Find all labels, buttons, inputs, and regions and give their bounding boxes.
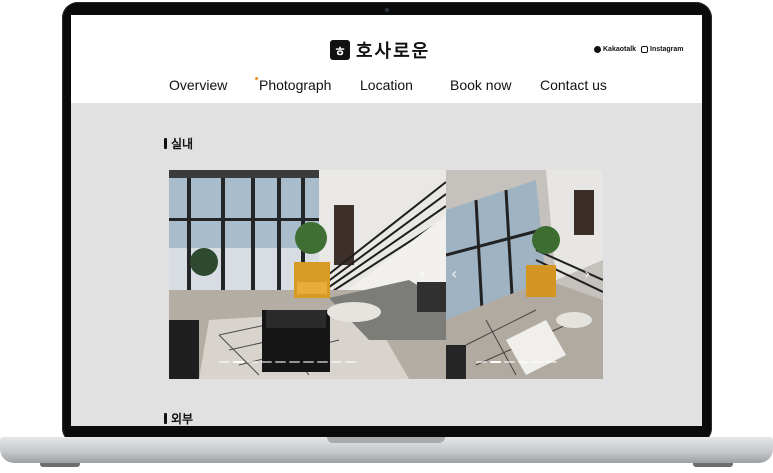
carousel-slide-2[interactable]: ‹ ›: [446, 170, 603, 379]
carousel-dot[interactable]: [303, 361, 314, 363]
nav-contact-us[interactable]: Contact us: [540, 77, 607, 93]
kakaotalk-label: Kakaotalk: [603, 46, 637, 53]
brand-name: 호사로운: [356, 41, 431, 62]
carousel-dot[interactable]: [261, 361, 272, 363]
carousel-dot[interactable]: [518, 361, 529, 363]
laptop-foot-right: [693, 463, 733, 467]
carousel-dot[interactable]: [247, 361, 258, 363]
laptop-lid: ㅎ 호사로운 Kakaotalk Instagram Overview Phot…: [62, 2, 712, 444]
nav-location[interactable]: Location: [360, 77, 413, 93]
nav-overview[interactable]: Overview: [169, 77, 227, 93]
interior-photo-1: [169, 170, 446, 379]
camera-icon: [385, 8, 389, 12]
carousel-dots-2: [476, 361, 557, 363]
site-header: ㅎ 호사로운 Kakaotalk Instagram Overview Phot…: [71, 15, 702, 103]
carousel-dot-active[interactable]: [490, 361, 501, 363]
carousel-dots-1: [219, 361, 356, 363]
kakaotalk-icon: [594, 46, 601, 53]
laptop-foot-left: [40, 463, 80, 467]
interior-heading-text: 실내: [171, 137, 194, 151]
logo[interactable]: ㅎ 호사로운: [330, 39, 431, 62]
heading-bar: [164, 138, 167, 149]
logo-mark-icon: ㅎ: [330, 40, 350, 60]
carousel-dot[interactable]: [219, 361, 230, 363]
carousel-dot[interactable]: [289, 361, 300, 363]
photo-carousel[interactable]: › ‹ ›: [169, 170, 603, 379]
carousel-slide-1[interactable]: ›: [169, 170, 446, 379]
main-nav: Overview Photograph Location Book now Co…: [71, 77, 702, 97]
kakaotalk-link[interactable]: Kakaotalk: [594, 46, 636, 53]
interior-photo-2: [446, 170, 603, 379]
carousel-dot-active[interactable]: [233, 361, 244, 363]
carousel-dot[interactable]: [345, 361, 356, 363]
nav-photograph[interactable]: Photograph: [254, 77, 331, 93]
instagram-label: Instagram: [650, 46, 684, 53]
carousel-dot[interactable]: [275, 361, 286, 363]
laptop-notch: [327, 437, 445, 443]
heading-bar: [164, 413, 167, 424]
carousel-dot[interactable]: [532, 361, 543, 363]
interior-heading: 실내: [164, 135, 193, 152]
chevron-right-icon[interactable]: ›: [419, 264, 425, 283]
nav-book-now[interactable]: Book now: [450, 77, 511, 93]
carousel-dot[interactable]: [317, 361, 328, 363]
exterior-heading: 외부: [164, 410, 193, 426]
chevron-left-icon[interactable]: ‹: [451, 264, 457, 283]
chevron-right-icon-2[interactable]: ›: [584, 264, 590, 283]
carousel-dot[interactable]: [546, 361, 557, 363]
screen: ㅎ 호사로운 Kakaotalk Instagram Overview Phot…: [71, 15, 702, 426]
exterior-heading-text: 외부: [171, 412, 194, 426]
carousel-dot[interactable]: [504, 361, 515, 363]
carousel-dot[interactable]: [331, 361, 342, 363]
instagram-link[interactable]: Instagram: [641, 46, 683, 53]
carousel-dot[interactable]: [476, 361, 487, 363]
instagram-icon: [641, 46, 648, 53]
